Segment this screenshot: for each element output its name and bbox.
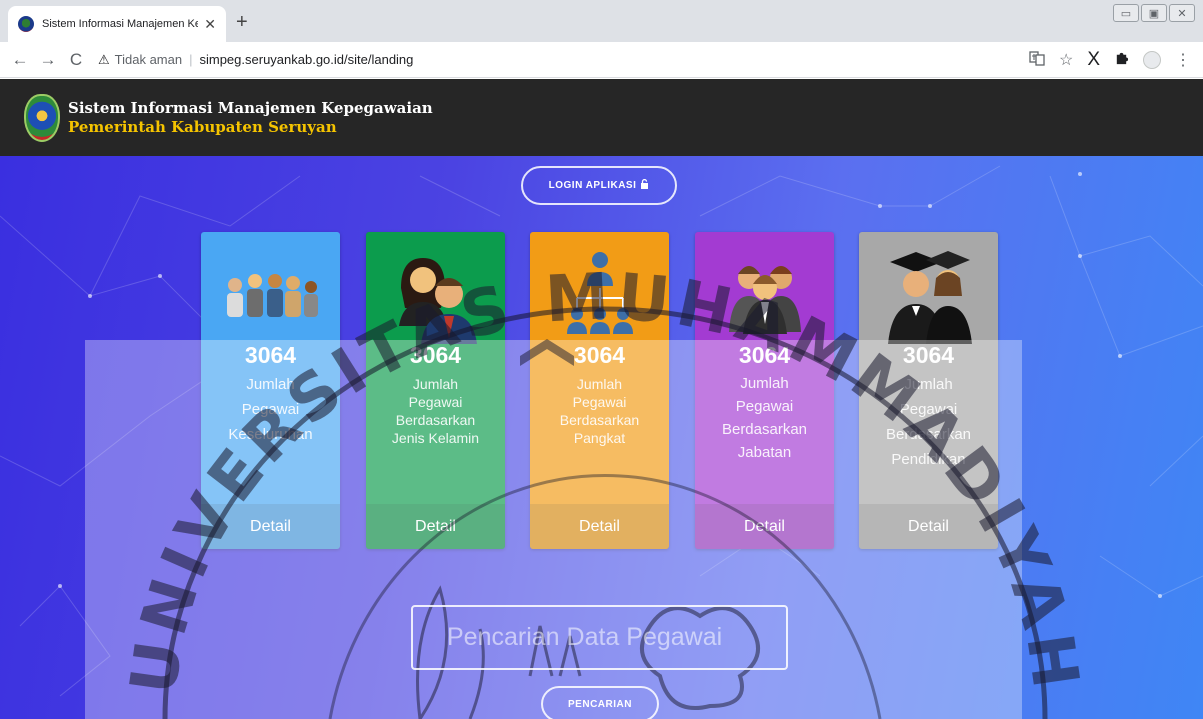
minimize-button[interactable]: ▭ (1113, 4, 1139, 22)
profile-avatar[interactable] (1143, 51, 1161, 69)
new-tab-button[interactable]: + (236, 12, 248, 32)
brand-title[interactable]: Sistem Informasi Manajemen Kepegawaian P… (68, 99, 433, 137)
search-button[interactable]: PENCARIAN (541, 686, 659, 719)
search-input[interactable] (411, 605, 788, 670)
site-header: Sistem Informasi Manajemen Kepegawaian P… (0, 79, 1203, 156)
browser-toolbar: ← → C ⚠ Tidak aman | simpeg.seruyankab.g… (0, 42, 1203, 78)
address-separator: | (189, 52, 193, 67)
restore-button[interactable]: ▣ (1141, 4, 1167, 22)
address-bar[interactable]: ⚠ Tidak aman | simpeg.seruyankab.go.id/s… (98, 46, 413, 74)
extensions-puzzle-icon[interactable] (1114, 50, 1129, 70)
seruyan-logo[interactable] (24, 93, 60, 142)
tab-close-icon[interactable]: ✕ (204, 16, 216, 33)
translate-icon[interactable] (1029, 50, 1045, 71)
tab-title: Sistem Informasi Manajemen Kepeg (42, 18, 199, 30)
forward-button[interactable]: → (34, 50, 62, 70)
back-button[interactable]: ← (6, 50, 34, 70)
toolbar-actions: ☆ X ⋮ (1029, 42, 1191, 78)
x-extension-icon[interactable]: X (1087, 49, 1100, 71)
bookmark-star-icon[interactable]: ☆ (1059, 50, 1073, 70)
more-menu-icon[interactable]: ⋮ (1175, 50, 1191, 70)
security-status[interactable]: Tidak aman (115, 52, 182, 67)
browser-tab[interactable]: Sistem Informasi Manajemen Kepeg ✕ (8, 6, 226, 42)
url-text[interactable]: simpeg.seruyankab.go.id/site/landing (199, 52, 413, 67)
site-favicon-icon (18, 16, 34, 32)
hero-section: LOGIN APLIKASI 3064 Jumlah Pegawai Kesel… (0, 156, 1203, 719)
warning-icon[interactable]: ⚠ (98, 52, 110, 68)
browser-tabstrip: Sistem Informasi Manajemen Kepeg ✕ + ▭ ▣… (0, 0, 1203, 42)
window-controls: ▭ ▣ ✕ (1113, 4, 1195, 22)
window-close-button[interactable]: ✕ (1169, 4, 1195, 22)
brand-title-line1: Sistem Informasi Manajemen Kepegawaian (68, 98, 433, 117)
reload-button[interactable]: C (62, 50, 90, 70)
brand-title-line2: Pemerintah Kabupaten Seruyan (68, 117, 337, 136)
